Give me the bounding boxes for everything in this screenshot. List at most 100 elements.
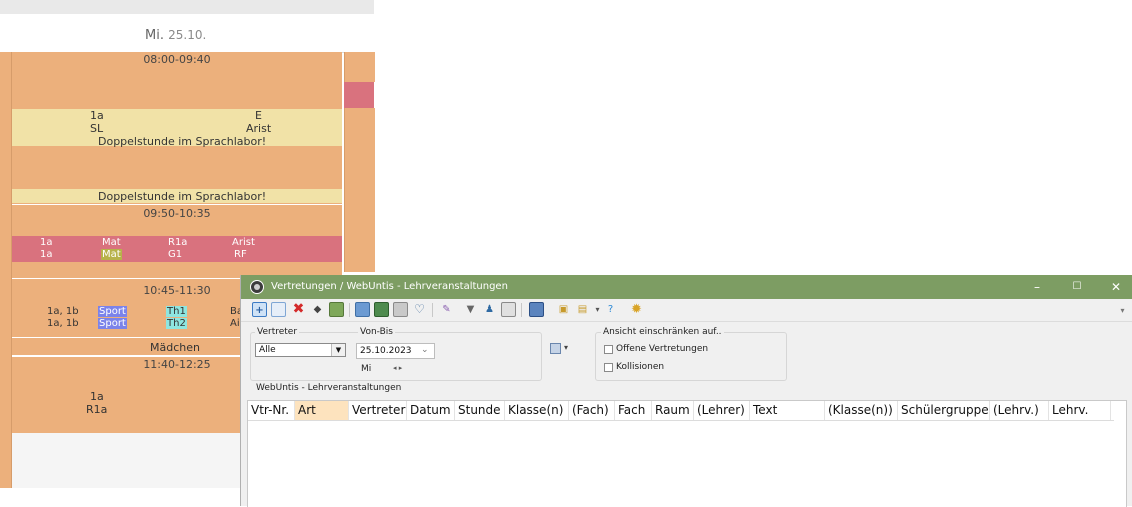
chevron-down-icon: ▼ bbox=[331, 344, 345, 356]
delete-icon[interactable]: ✖ bbox=[291, 302, 306, 317]
teacher-hat-icon[interactable]: ◆ bbox=[310, 302, 325, 317]
lesson-note-2: Doppelstunde im Sprachlabor! bbox=[98, 190, 267, 203]
lesson-room: R1a bbox=[86, 403, 108, 416]
calendar-dropdown-button[interactable]: ▾ bbox=[550, 342, 575, 357]
copy-icon[interactable] bbox=[355, 302, 370, 317]
calendar-icon[interactable] bbox=[501, 302, 516, 317]
column-header-datum[interactable]: Datum bbox=[407, 401, 455, 420]
sport-chip: Sport bbox=[98, 306, 127, 317]
group-chip: Th2 bbox=[166, 318, 187, 329]
vertreter-select[interactable]: Alle ▼ bbox=[255, 343, 346, 357]
toolbar-separator bbox=[521, 303, 522, 317]
lesson-class: 1a bbox=[90, 390, 104, 403]
filter-icon[interactable]: ▼ bbox=[463, 302, 478, 317]
list-icon[interactable] bbox=[271, 302, 286, 317]
table-header: Vtr-Nr. Art Vertreter Datum Stunde Klass… bbox=[248, 401, 1114, 421]
offene-vertretungen-label: Offene Vertretungen bbox=[616, 344, 709, 354]
toolbar-overflow-icon[interactable]: ▾ bbox=[1115, 303, 1130, 318]
lock-icon[interactable]: ▣ bbox=[556, 302, 571, 317]
day-date: 25.10. bbox=[168, 28, 207, 42]
help-icon[interactable]: ? bbox=[603, 302, 618, 317]
lesson-subject: E bbox=[255, 109, 262, 122]
column-header-klassen[interactable]: Klasse(n) bbox=[505, 401, 569, 420]
person-icon[interactable]: ♟ bbox=[482, 302, 497, 317]
column-header-fach[interactable]: Fach bbox=[615, 401, 652, 420]
minimize-button[interactable]: – bbox=[1022, 277, 1052, 297]
previous-day-column bbox=[0, 52, 12, 488]
lesson-subject-chip: Mat bbox=[102, 237, 121, 248]
group-chip: Th1 bbox=[166, 306, 187, 317]
settings-gear-icon[interactable]: ✹ bbox=[629, 302, 644, 317]
lesson-teacher: Arist bbox=[246, 122, 272, 135]
chevron-down-icon: ▾ bbox=[564, 343, 569, 352]
checklist-icon[interactable] bbox=[529, 302, 544, 317]
close-button[interactable]: ✕ bbox=[1101, 277, 1131, 297]
calculator-icon[interactable] bbox=[393, 302, 408, 317]
view-restrict-label: Ansicht einschränken auf.. bbox=[601, 327, 724, 337]
lessons-table[interactable]: Vtr-Nr. Art Vertreter Datum Stunde Klass… bbox=[247, 400, 1127, 507]
vonbis-label: Von-Bis bbox=[358, 327, 395, 337]
lesson-subject-chip: Mat bbox=[101, 249, 122, 260]
stethoscope-icon[interactable]: ♡ bbox=[412, 302, 427, 317]
next-day-red-lesson bbox=[344, 82, 374, 108]
magic-wand-icon[interactable]: ✎ bbox=[439, 302, 454, 317]
chevron-down-icon: ⌄ bbox=[421, 345, 429, 355]
lesson-room: R1a bbox=[168, 237, 188, 248]
window-titlebar[interactable]: Vertretungen / WebUntis - Lehrveranstalt… bbox=[241, 275, 1132, 299]
lesson-class: 1a, 1b bbox=[47, 318, 79, 329]
column-header-vtr-nr[interactable]: Vtr-Nr. bbox=[248, 401, 295, 420]
lesson-time: 09:50-10:35 bbox=[143, 207, 211, 220]
toolbar-separator bbox=[432, 303, 433, 317]
next-day-column bbox=[344, 52, 375, 82]
date-value: 25.10.2023 bbox=[360, 346, 412, 356]
lesson-class: 1a bbox=[40, 237, 53, 248]
lesson-note: Doppelstunde im Sprachlabor! bbox=[98, 135, 267, 148]
maximize-button[interactable]: ☐ bbox=[1062, 277, 1092, 297]
lesson-teacher: Arist bbox=[232, 237, 255, 248]
lesson-class: 1a, 1b bbox=[47, 306, 79, 317]
transfer-icon[interactable] bbox=[374, 302, 389, 317]
section-label: WebUntis - Lehrveranstaltungen bbox=[256, 383, 402, 393]
lesson-class: 1a bbox=[40, 249, 53, 260]
import-icon[interactable] bbox=[329, 302, 344, 317]
offene-vertretungen-checkbox[interactable] bbox=[604, 345, 613, 354]
lesson-room: SL bbox=[90, 122, 104, 135]
day-header-label: Mi. 25.10. bbox=[145, 28, 206, 43]
lesson-extra: Ai bbox=[230, 318, 240, 329]
column-header-raum[interactable]: Raum bbox=[652, 401, 694, 420]
vertreter-label: Vertreter bbox=[255, 327, 300, 337]
column-header-vertreter[interactable]: Vertreter bbox=[349, 401, 407, 420]
sport-chip: Sport bbox=[98, 318, 127, 329]
lesson-teacher: RF bbox=[234, 249, 247, 260]
column-header-lehrer-paren[interactable]: (Lehrer) bbox=[694, 401, 750, 420]
substitutions-window: Vertretungen / WebUntis - Lehrveranstalt… bbox=[240, 275, 1132, 507]
day-stepper-icon[interactable]: ◂ ▸ bbox=[393, 364, 402, 372]
window-title: Vertretungen / WebUntis - Lehrveranstalt… bbox=[271, 281, 508, 292]
kollisionen-label: Kollisionen bbox=[616, 362, 665, 372]
next-day-column-lower bbox=[344, 108, 375, 272]
day-name: Mi. bbox=[145, 28, 164, 43]
column-header-fach-paren[interactable]: (Fach) bbox=[569, 401, 615, 420]
timetable-top-bar bbox=[0, 0, 374, 15]
day-header: Mi. 25.10. bbox=[0, 14, 374, 53]
weekday-value: Mi bbox=[361, 364, 372, 374]
vertreter-value: Alle bbox=[259, 345, 276, 355]
column-header-klassen-paren[interactable]: (Klasse(n)) bbox=[825, 401, 898, 420]
lesson-note: Mädchen bbox=[150, 341, 200, 354]
calendar-icon bbox=[550, 343, 561, 354]
kollisionen-checkbox[interactable] bbox=[604, 363, 613, 372]
column-header-art[interactable]: Art bbox=[295, 401, 349, 420]
add-icon[interactable]: + bbox=[252, 302, 267, 317]
document-icon[interactable]: ▤ bbox=[575, 302, 590, 317]
column-header-stunde[interactable]: Stunde bbox=[455, 401, 505, 420]
date-picker[interactable]: 25.10.2023 ⌄ bbox=[356, 343, 435, 359]
toolbar-separator bbox=[349, 303, 350, 317]
lesson-room: G1 bbox=[168, 249, 183, 260]
untis-app-icon bbox=[250, 280, 264, 294]
column-header-text[interactable]: Text bbox=[750, 401, 825, 420]
column-header-lehrv-paren[interactable]: (Lehrv.) bbox=[990, 401, 1049, 420]
column-header-schuelergruppe[interactable]: Schülergruppe bbox=[898, 401, 990, 420]
lesson-class: 1a bbox=[90, 109, 104, 122]
column-header-lehrv[interactable]: Lehrv. bbox=[1049, 401, 1111, 420]
lesson-time: 08:00-09:40 bbox=[143, 53, 211, 66]
